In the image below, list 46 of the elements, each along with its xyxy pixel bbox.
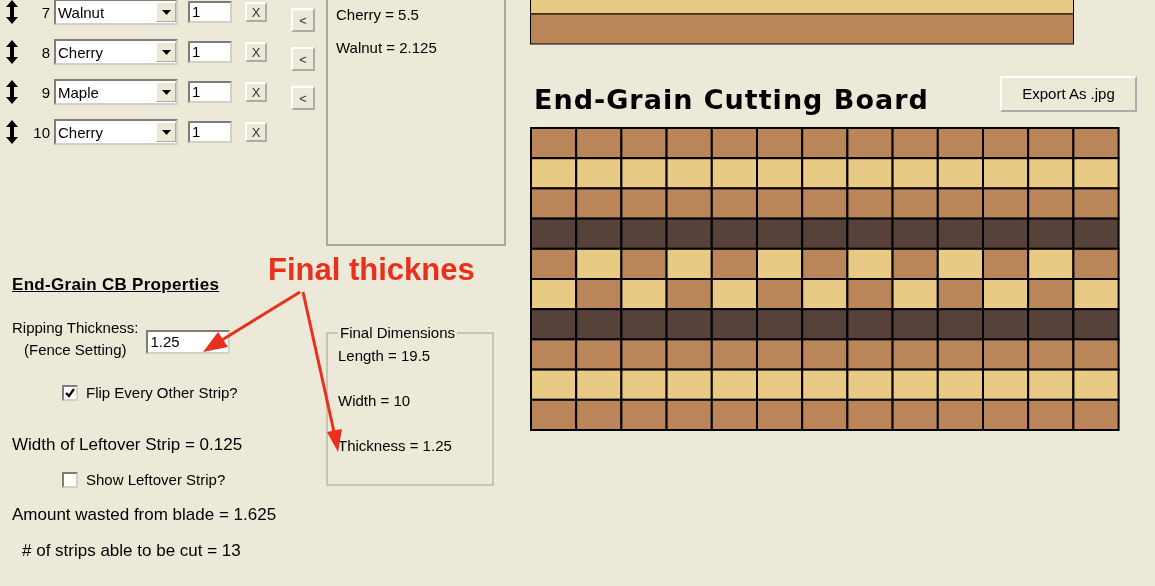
wood-total: Walnut = 2.125 xyxy=(336,39,438,56)
section-title: End-Grain CB Properties xyxy=(12,275,221,295)
remove-button[interactable]: X xyxy=(245,42,267,62)
remove-button[interactable]: X xyxy=(245,82,267,102)
dimension-text: Thickness = 1.25 xyxy=(338,437,453,454)
field-sublabel: (Fence Setting) xyxy=(23,341,128,358)
strip-number: 7 xyxy=(40,3,50,21)
move-button[interactable]: < xyxy=(291,8,315,32)
dimension-text: Length = 19.5 xyxy=(338,347,432,364)
up-down-arrow-icon[interactable] xyxy=(4,79,20,105)
up-down-arrow-icon[interactable] xyxy=(4,119,20,145)
wood-dropdown[interactable]: Cherry xyxy=(54,119,178,145)
strip-count-text: # of strips able to be cut = 13 xyxy=(21,541,242,561)
checkbox[interactable] xyxy=(62,384,78,401)
wood-dropdown[interactable]: Walnut xyxy=(54,0,178,25)
export-button[interactable]: Export As .jpg xyxy=(1000,75,1137,112)
checkbox-label: Show Leftover Strip? xyxy=(86,471,226,488)
remove-button[interactable]: X xyxy=(245,2,267,22)
strip-number: 8 xyxy=(40,43,50,61)
count-field[interactable]: 1 xyxy=(188,1,232,23)
count-field[interactable]: 1 xyxy=(188,41,232,63)
checkbox-label: Flip Every Other Strip? xyxy=(86,384,238,401)
dimension-text: Width = 10 xyxy=(338,392,412,409)
strip-number: 10 xyxy=(32,123,50,141)
caret-icon xyxy=(161,9,171,15)
annotation-label: Final thicknes xyxy=(268,252,475,288)
up-down-arrow-icon[interactable] xyxy=(4,39,20,65)
strip-number: 9 xyxy=(40,83,50,101)
move-button[interactable]: < xyxy=(291,86,315,110)
board-title: End-Grain Cutting Board xyxy=(534,84,929,115)
checkbox[interactable] xyxy=(62,471,78,488)
wood-dropdown[interactable]: Cherry xyxy=(54,39,178,65)
count-field[interactable]: 1 xyxy=(188,121,232,143)
move-button[interactable]: < xyxy=(291,47,315,71)
leftover-width-text: Width of Leftover Strip = 0.125 xyxy=(12,435,244,455)
caret-icon xyxy=(161,49,171,55)
caret-icon xyxy=(161,89,171,95)
wood-total: Cherry = 5.5 xyxy=(336,6,420,23)
group-title: Final Dimensions xyxy=(339,324,457,341)
count-field[interactable]: 1 xyxy=(188,81,232,103)
field-label: Ripping Thickness: xyxy=(12,319,139,336)
remove-button[interactable]: X xyxy=(245,122,267,142)
waste-text: Amount wasted from blade = 1.625 xyxy=(12,505,278,525)
wood-dropdown[interactable]: Maple xyxy=(54,79,178,105)
up-down-arrow-icon[interactable] xyxy=(4,0,20,25)
caret-icon xyxy=(161,129,171,135)
